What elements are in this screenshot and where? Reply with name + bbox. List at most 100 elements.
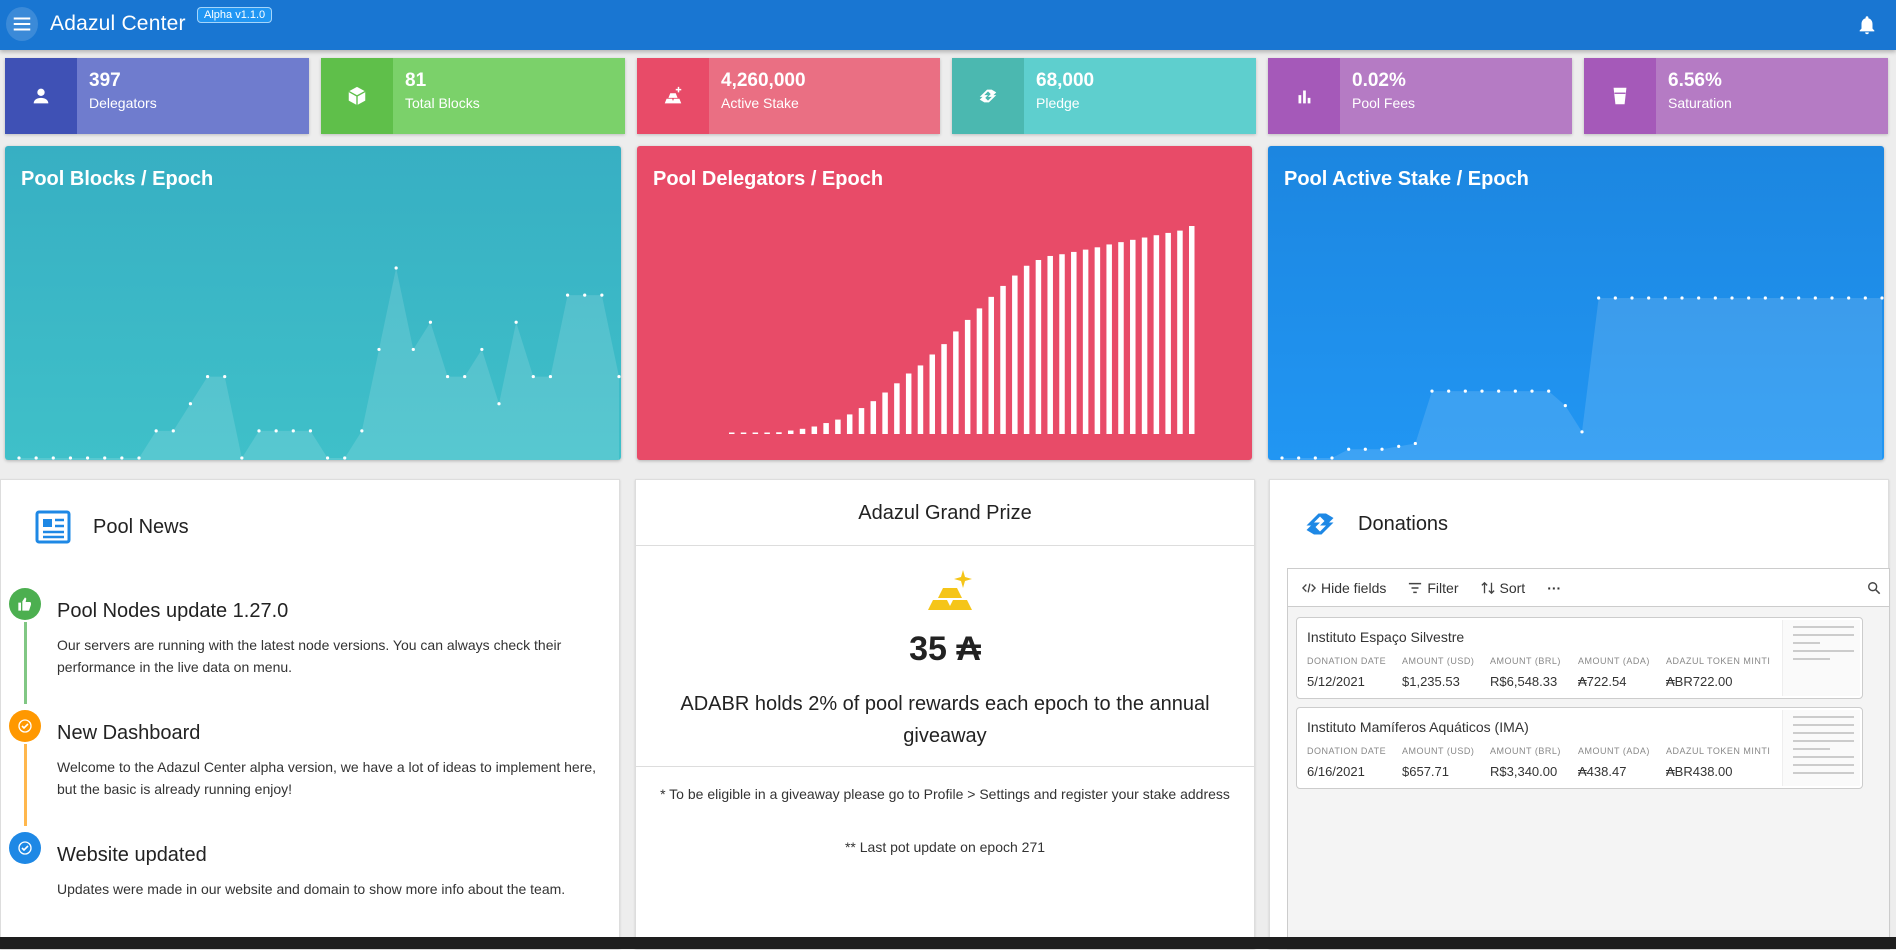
data-point — [223, 374, 227, 379]
bar — [917, 365, 924, 434]
stat-value: 4,260,000 — [721, 70, 806, 91]
prize-note-eligibility: * To be eligible in a giveaway please go… — [660, 786, 1230, 802]
prize-amount: 35 ₳ — [909, 630, 981, 668]
data-point — [360, 429, 364, 433]
attachment-thumbnail[interactable] — [1782, 710, 1860, 786]
filter-button[interactable]: Filter — [1408, 580, 1459, 596]
bar — [870, 401, 877, 434]
os-taskbar — [0, 937, 1896, 949]
grid-toolbar: Hide fields Filter Sort ··· — [1288, 569, 1889, 607]
data-point — [1713, 296, 1717, 300]
data-point — [68, 456, 73, 460]
sort-icon — [1480, 581, 1495, 594]
check-badge-icon — [18, 719, 32, 733]
bar — [740, 432, 747, 434]
data-point — [600, 293, 604, 297]
bar — [976, 308, 983, 434]
news-item-title: New Dashboard — [57, 722, 201, 744]
donation-record[interactable]: Instituto Espaço Silvestre DONATION DATE… — [1296, 617, 1863, 699]
bar — [1106, 244, 1112, 434]
attachment-thumbnail[interactable] — [1782, 620, 1860, 696]
grand-prize-card: Adazul Grand Prize 35 ₳ ADABR holds 2% o… — [635, 479, 1255, 949]
notification-bell-icon[interactable] — [1856, 14, 1878, 36]
data-point — [1330, 456, 1334, 460]
stat-value: 6.56% — [1668, 70, 1722, 91]
stat-value: 81 — [405, 70, 427, 91]
data-point — [188, 402, 193, 406]
cup-icon — [1613, 87, 1627, 105]
bar — [929, 354, 936, 434]
data-point — [1413, 441, 1417, 446]
area-chart-plot — [17, 266, 621, 460]
area-series — [19, 268, 619, 460]
data-point — [1397, 444, 1401, 448]
more-options-button[interactable]: ··· — [1547, 580, 1561, 596]
data-point — [1697, 296, 1701, 300]
bar — [811, 426, 818, 434]
bar — [882, 392, 888, 434]
data-point — [103, 456, 107, 460]
data-point — [1297, 456, 1301, 460]
bar — [1047, 255, 1053, 434]
data-point — [85, 456, 90, 460]
app-title: Adazul Center — [50, 12, 186, 35]
bar — [1071, 251, 1077, 434]
data-point — [1380, 447, 1384, 451]
thumbs-up-icon — [18, 597, 31, 611]
news-item-text: Welcome to the Adazul Center alpha versi… — [57, 759, 597, 797]
menu-button[interactable] — [6, 7, 38, 41]
newspaper-icon — [35, 510, 71, 544]
bar — [1035, 259, 1042, 434]
data-point — [617, 374, 621, 379]
stat-label: Saturation — [1668, 95, 1732, 111]
data-point — [463, 374, 467, 379]
data-point — [377, 347, 381, 352]
hide-fields-button[interactable]: Hide fields — [1302, 580, 1386, 596]
donations-title: Donations — [1358, 512, 1449, 535]
data-point — [17, 456, 21, 460]
data-point — [1530, 389, 1534, 393]
stat-label: Total Blocks — [405, 95, 480, 111]
bar — [752, 432, 759, 434]
bar — [1059, 254, 1065, 434]
bar — [964, 319, 971, 434]
data-point — [1680, 296, 1684, 300]
pool-news-card: Pool News Pool Nodes update 1.27.0 Our s… — [0, 479, 620, 949]
data-point — [1497, 389, 1501, 393]
bar — [729, 432, 735, 434]
sort-button[interactable]: Sort — [1480, 580, 1525, 596]
data-point — [1480, 389, 1484, 393]
bar — [799, 428, 806, 434]
search-icon[interactable] — [1867, 581, 1881, 595]
bar — [988, 296, 994, 434]
bar — [953, 331, 959, 434]
prize-note-last-update: ** Last pot update on epoch 271 — [844, 839, 1046, 855]
data-point — [1363, 447, 1367, 451]
person-icon — [33, 88, 49, 104]
data-point — [1663, 296, 1667, 300]
stat-card-total-blocks: 81 Total Blocks — [321, 58, 625, 134]
stat-value: 397 — [89, 70, 121, 91]
stat-card-active-stake: 4,260,000 Active Stake — [637, 58, 940, 134]
gold-bars-icon — [664, 86, 682, 104]
stat-card-pool-fees: 0.02% Pool Fees — [1268, 58, 1572, 134]
prize-description: ADABR holds 2% of pool rewards each epoc… — [680, 693, 1210, 747]
data-point — [565, 293, 570, 297]
data-point — [394, 266, 398, 270]
data-point — [1763, 296, 1767, 300]
stat-card-saturation: 6.56% Saturation — [1584, 58, 1888, 134]
data-point — [445, 374, 450, 379]
bar — [764, 432, 770, 434]
bar — [1118, 242, 1124, 434]
data-point — [1863, 296, 1867, 300]
data-point — [274, 429, 278, 433]
donation-record[interactable]: Instituto Mamíferos Aquáticos (IMA) DONA… — [1296, 707, 1863, 789]
data-point — [411, 347, 415, 352]
bar — [1000, 285, 1006, 434]
data-point — [1630, 296, 1634, 300]
data-point — [1880, 296, 1884, 300]
data-point — [205, 374, 210, 379]
bar — [846, 414, 853, 434]
bar — [776, 432, 782, 434]
data-point — [308, 429, 313, 433]
